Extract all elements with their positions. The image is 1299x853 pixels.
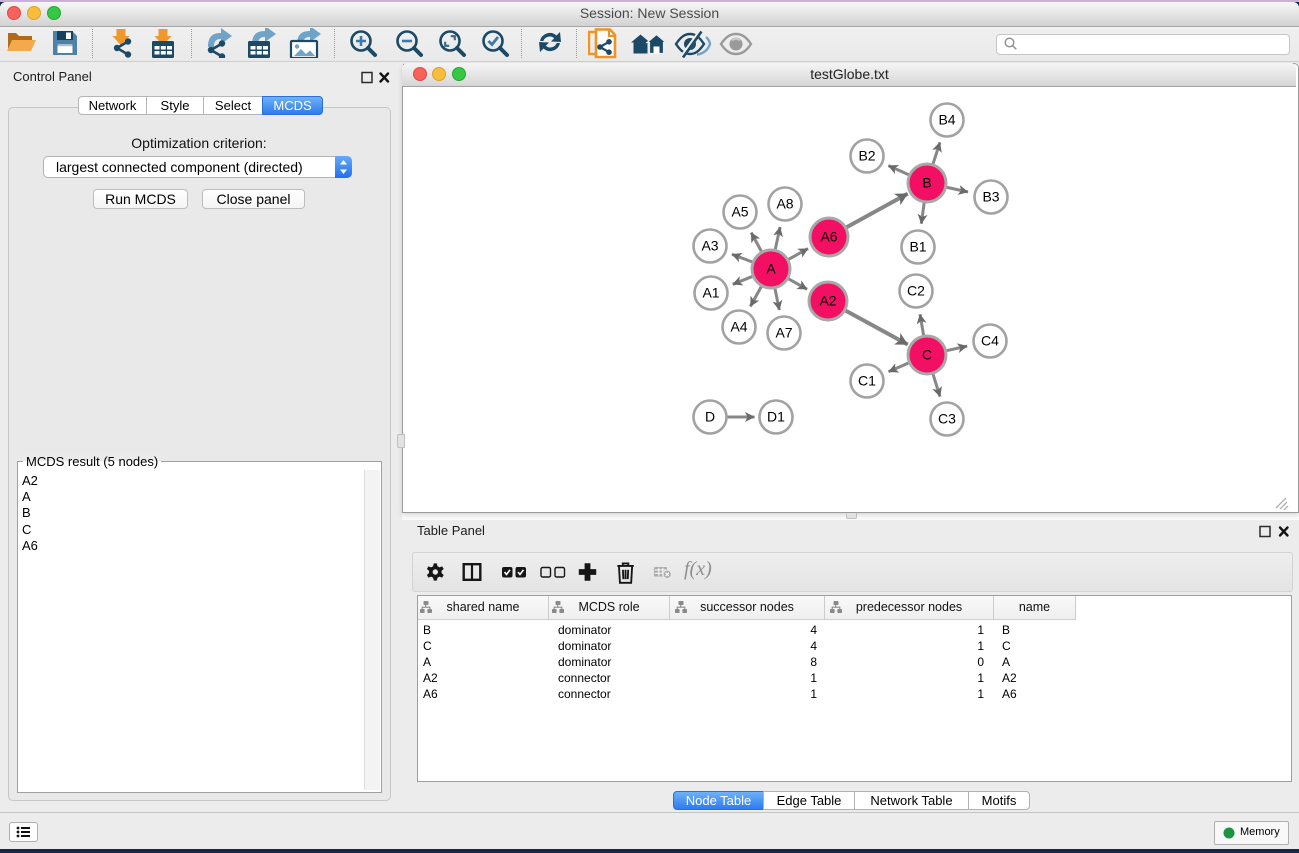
svg-text:A8: A8 — [776, 196, 793, 212]
svg-text:B3: B3 — [982, 189, 999, 205]
svg-text:C: C — [922, 347, 932, 363]
svg-text:A5: A5 — [731, 204, 748, 220]
svg-text:D1: D1 — [767, 409, 785, 425]
svg-text:B: B — [922, 175, 931, 191]
svg-text:A7: A7 — [775, 325, 792, 341]
svg-text:A4: A4 — [730, 319, 747, 335]
svg-text:A3: A3 — [701, 238, 718, 254]
svg-text:A: A — [766, 261, 776, 277]
svg-text:A2: A2 — [819, 293, 836, 309]
svg-text:B2: B2 — [858, 148, 875, 164]
svg-text:C1: C1 — [858, 373, 876, 389]
svg-text:B4: B4 — [938, 112, 955, 128]
svg-text:A6: A6 — [820, 229, 837, 245]
svg-text:B1: B1 — [909, 239, 926, 255]
svg-text:D: D — [705, 409, 715, 425]
svg-text:C2: C2 — [907, 283, 925, 299]
svg-text:A1: A1 — [702, 285, 719, 301]
svg-text:C4: C4 — [981, 333, 999, 349]
svg-text:C3: C3 — [938, 411, 956, 427]
